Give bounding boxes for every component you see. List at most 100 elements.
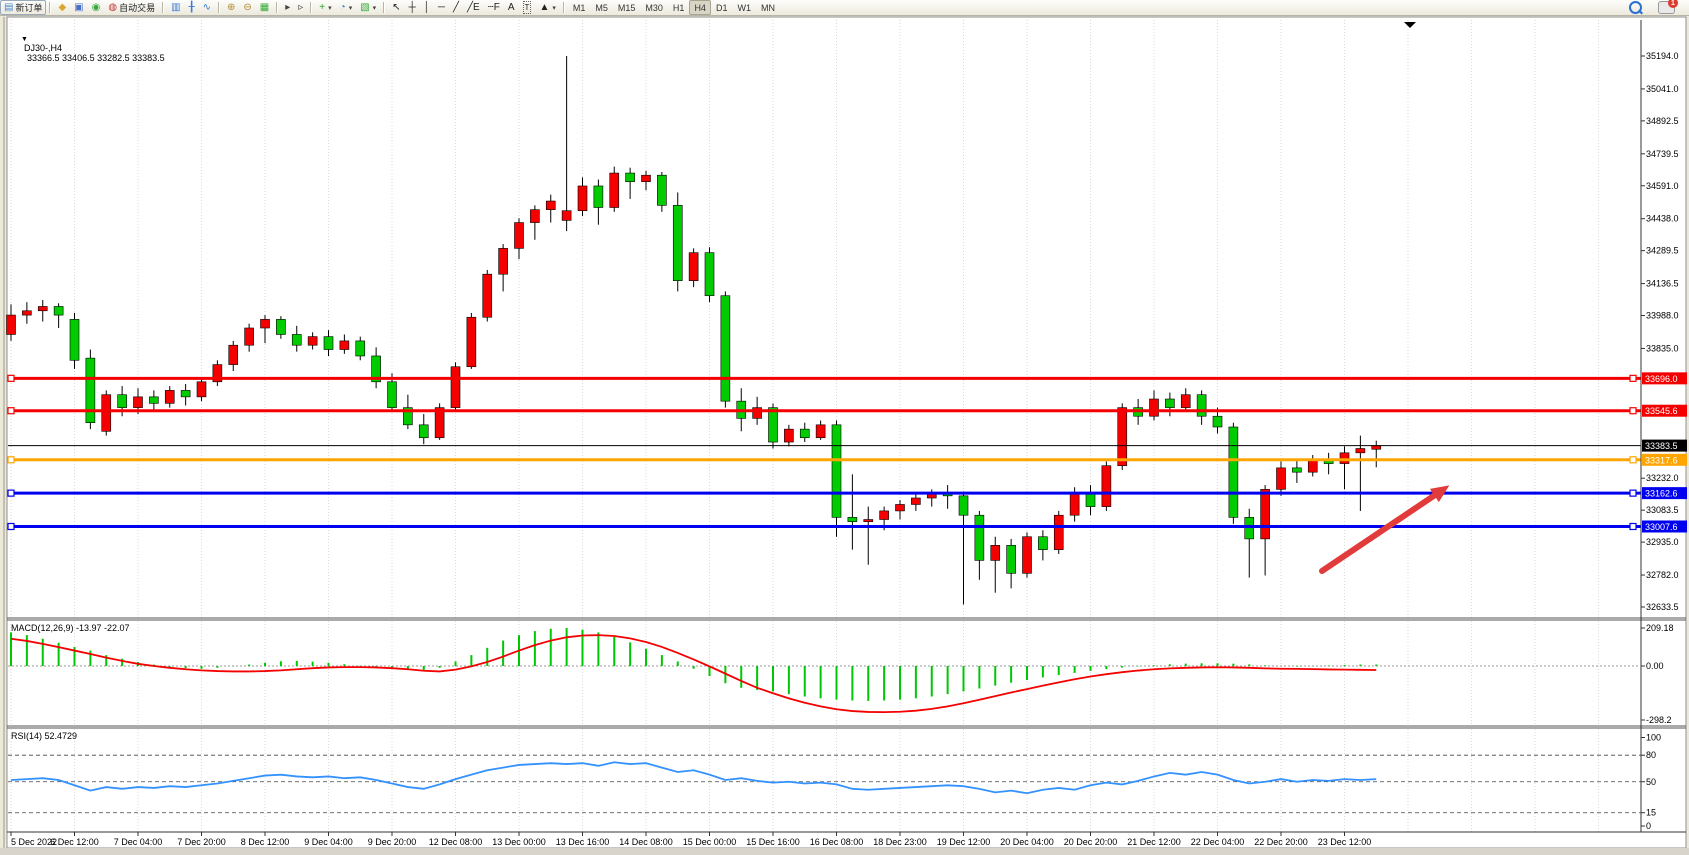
equidistant-channel-button[interactable]: ╱E bbox=[463, 0, 484, 15]
dropdown-caret-icon[interactable]: ▾ bbox=[552, 4, 556, 12]
timeframe-w1-button[interactable]: W1 bbox=[732, 0, 756, 15]
templates-button[interactable]: ▧▾ bbox=[356, 0, 380, 15]
line-endpoint-marker[interactable] bbox=[8, 457, 14, 463]
candle-body bbox=[1086, 494, 1095, 507]
candle-body bbox=[880, 511, 889, 520]
horizontal-line-button[interactable]: ─ bbox=[434, 0, 449, 15]
candlestick-chart-icon: ╂ bbox=[189, 2, 195, 13]
price-badge-label: 33317.6 bbox=[1645, 455, 1678, 465]
dropdown-caret-icon[interactable]: ▾ bbox=[349, 4, 353, 12]
candle-body bbox=[562, 211, 571, 221]
price-badge-label: 33545.6 bbox=[1645, 406, 1678, 416]
candlestick bbox=[705, 247, 714, 302]
line-endpoint-marker[interactable] bbox=[8, 408, 14, 414]
fibonacci-button[interactable]: ┄F bbox=[484, 0, 504, 15]
line-endpoint-marker[interactable] bbox=[1630, 490, 1636, 496]
collapse-triangle-icon[interactable]: ▼ bbox=[21, 36, 28, 43]
timeframe-h1-button[interactable]: H1 bbox=[668, 0, 690, 15]
indicators-button[interactable]: +▾ bbox=[315, 0, 335, 15]
chat-button[interactable]: 1 bbox=[1654, 0, 1679, 15]
crosshair-button[interactable]: ┼ bbox=[405, 0, 420, 15]
periods-button[interactable]: ◔▾ bbox=[336, 0, 357, 15]
price-badge-33007.6: 33007.6 bbox=[1642, 520, 1687, 532]
candle-body bbox=[657, 175, 666, 205]
candle-body bbox=[102, 395, 111, 432]
line-chart-button[interactable]: ∿ bbox=[199, 0, 215, 15]
new-order-button[interactable]: ▤新订单 bbox=[0, 0, 46, 15]
signal-button[interactable]: ◉ bbox=[88, 0, 105, 15]
price-badge-label: 33007.6 bbox=[1645, 522, 1678, 532]
text-button[interactable]: A bbox=[504, 0, 519, 15]
chart-canvas[interactable]: 35194.035041.034892.534739.534591.034438… bbox=[0, 0, 1689, 855]
arrows-button[interactable]: ▲▾ bbox=[535, 0, 559, 15]
search-button[interactable] bbox=[1625, 0, 1646, 15]
chart-shift-button[interactable]: ▹ bbox=[294, 0, 307, 15]
dropdown-caret-icon[interactable]: ▾ bbox=[328, 4, 332, 12]
auto-scroll-button[interactable]: ▸ bbox=[281, 0, 294, 15]
template-icon: ▧ bbox=[360, 2, 369, 13]
candle-body bbox=[1118, 408, 1127, 466]
text-label-button[interactable]: T bbox=[519, 0, 536, 15]
time-tick-label: 15 Dec 00:00 bbox=[683, 837, 737, 847]
timeframe-m15-button[interactable]: M15 bbox=[613, 0, 641, 15]
price-badge-label: 33696.0 bbox=[1645, 374, 1678, 384]
tile-windows-button[interactable]: ▦ bbox=[256, 0, 273, 15]
trendline-button[interactable]: ╱ bbox=[449, 0, 463, 15]
line-endpoint-marker[interactable] bbox=[8, 375, 14, 381]
macd-label: MACD(12,26,9) -13.97 -22.07 bbox=[11, 623, 130, 633]
cursor-button[interactable]: ↖ bbox=[388, 0, 404, 15]
dropdown-caret-icon[interactable]: ▾ bbox=[373, 4, 377, 12]
time-tick-label: 12 Dec 08:00 bbox=[429, 837, 483, 847]
trading-app-window: ▤新订单◆▣◉◍自动交易▥╂∿⊕⊖▦▸▹+▾◔▾▧▾↖┼│─╱╱E┄FAT▲▾M… bbox=[0, 0, 1689, 855]
candle-body bbox=[975, 515, 984, 560]
line-endpoint-marker[interactable] bbox=[1630, 375, 1636, 381]
line-endpoint-marker[interactable] bbox=[1630, 523, 1636, 529]
timeframe-m5-button[interactable]: M5 bbox=[590, 0, 613, 15]
time-tick-label: 9 Dec 04:00 bbox=[304, 837, 353, 847]
line-endpoint-marker[interactable] bbox=[1630, 457, 1636, 463]
candle-body bbox=[276, 319, 285, 334]
candle-body bbox=[864, 520, 873, 522]
data-window-button[interactable]: ▣ bbox=[70, 0, 87, 15]
time-tick-label: 23 Dec 12:00 bbox=[1318, 837, 1372, 847]
new-order-icon: ▤ bbox=[4, 2, 13, 13]
candlestick bbox=[451, 362, 460, 409]
vertical-line-button[interactable]: │ bbox=[420, 0, 434, 15]
toolbar-separator bbox=[162, 2, 164, 13]
chart-header[interactable]: ▼ DJ30-,H4 33366.5 33406.5 33282.5 33383… bbox=[11, 23, 165, 73]
zoom-out-icon: ⊖ bbox=[243, 2, 251, 13]
timeframe-mn-button[interactable]: MN bbox=[756, 0, 780, 15]
price-tick-label: 34739.5 bbox=[1646, 149, 1679, 159]
candlestick-chart-button[interactable]: ╂ bbox=[185, 0, 199, 15]
price-badge-33696.0: 33696.0 bbox=[1642, 372, 1687, 384]
toolbox-button[interactable]: ◆ bbox=[54, 0, 70, 15]
rsi-axis-label: 50 bbox=[1646, 777, 1656, 787]
candle-body bbox=[1102, 466, 1111, 507]
time-tick-label: 19 Dec 12:00 bbox=[937, 837, 991, 847]
zoom-out-button[interactable]: ⊖ bbox=[239, 0, 255, 15]
timeframe-m1-button[interactable]: M1 bbox=[568, 0, 591, 15]
data-window-icon: ▣ bbox=[74, 2, 83, 13]
timeframe-m30-button[interactable]: M30 bbox=[640, 0, 668, 15]
candle-body bbox=[721, 296, 730, 401]
zoom-in-button[interactable]: ⊕ bbox=[223, 0, 239, 15]
timeframe-d1-button[interactable]: D1 bbox=[711, 0, 733, 15]
candle-body bbox=[1372, 446, 1381, 450]
line-endpoint-marker[interactable] bbox=[8, 523, 14, 529]
candle-body bbox=[245, 328, 254, 345]
timeframe-h4-button[interactable]: H4 bbox=[689, 0, 711, 15]
candle-body bbox=[340, 341, 349, 350]
time-tick-label: 7 Dec 04:00 bbox=[114, 837, 163, 847]
price-badge-label: 33162.6 bbox=[1645, 489, 1678, 499]
candlestick bbox=[86, 350, 95, 430]
autotrading-button[interactable]: ◍自动交易 bbox=[104, 0, 159, 15]
price-badge-33317.6: 33317.6 bbox=[1642, 454, 1687, 466]
bar-chart-button[interactable]: ▥ bbox=[167, 0, 184, 15]
line-endpoint-marker[interactable] bbox=[1630, 408, 1636, 414]
time-tick-label: 7 Dec 20:00 bbox=[177, 837, 226, 847]
line-endpoint-marker[interactable] bbox=[8, 490, 14, 496]
channel-icon: ╱E bbox=[467, 2, 480, 13]
candle-body bbox=[911, 498, 920, 504]
price-badge-33545.6: 33545.6 bbox=[1642, 405, 1687, 417]
new-order-button-label: 新订单 bbox=[15, 1, 42, 14]
